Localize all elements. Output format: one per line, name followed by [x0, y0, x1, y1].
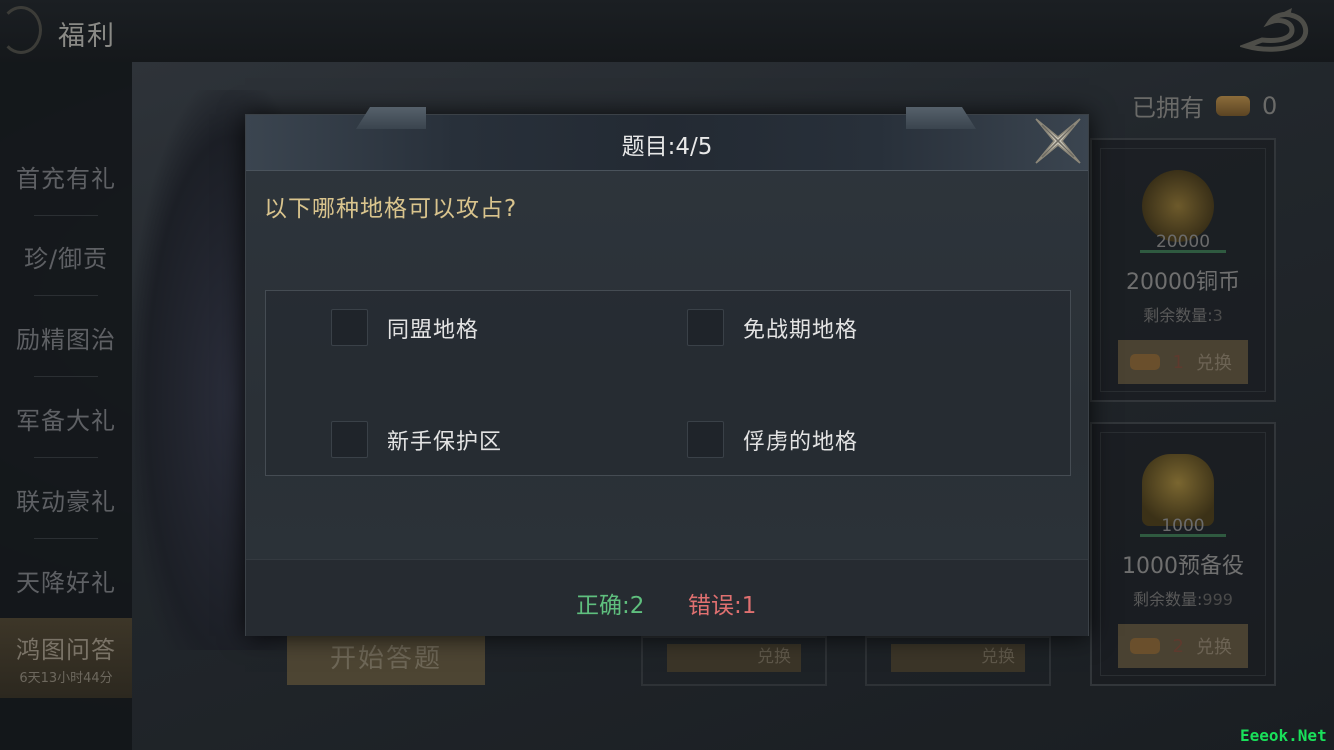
token-icon	[1130, 354, 1160, 370]
owned-value: 0	[1262, 91, 1278, 120]
exchange-label: 兑换	[981, 647, 1015, 667]
option-4[interactable]: 俘虏的地格	[687, 421, 858, 458]
option-label: 新手保护区	[387, 429, 503, 455]
exchange-button[interactable]: 2 兑换	[1118, 624, 1248, 668]
close-x-icon[interactable]	[1032, 115, 1084, 167]
wrong-count: 错误:1	[688, 593, 757, 619]
card-name: 1000预备役	[1122, 554, 1244, 579]
correct-count: 正确:2	[576, 593, 645, 619]
card-quantity: 20000	[1155, 232, 1211, 252]
option-checkbox[interactable]	[331, 309, 368, 346]
question-text: 以下哪种地格可以攻占?	[264, 196, 518, 222]
exchange-label: 兑换	[1196, 637, 1232, 658]
shop-card-copper: 20000 20000铜币 剩余数量:3 1 兑换	[1090, 138, 1276, 402]
exchange-cost: 1	[1172, 351, 1184, 373]
exchange-label: 兑换	[1196, 353, 1232, 374]
remain-label: 剩余数量:	[1143, 306, 1213, 325]
top-bar: 福利	[0, 0, 1334, 62]
card-remaining: 剩余数量:3	[1092, 302, 1274, 326]
back-icon[interactable]	[0, 6, 42, 54]
sidebar-item-collab[interactable]: 联动豪礼	[0, 459, 132, 539]
option-label: 俘虏的地格	[743, 429, 859, 455]
dialog-title: 题目:4/5	[621, 134, 713, 160]
option-label: 同盟地格	[387, 317, 480, 343]
exchange-button[interactable]: 兑换	[667, 644, 801, 672]
remain-value: 999	[1202, 590, 1233, 609]
dragon-logo-icon[interactable]	[1240, 6, 1312, 54]
sidebar-item-label: 天降好礼	[16, 568, 116, 597]
sidebar-item-label: 首充有礼	[16, 164, 116, 193]
page-title: 福利	[58, 21, 116, 52]
sidebar-item-label: 军备大礼	[16, 406, 116, 435]
sidebar-item-governance[interactable]: 励精图治	[0, 297, 132, 377]
option-1[interactable]: 同盟地格	[331, 309, 479, 346]
quiz-countdown: 6天13小时44分	[19, 671, 113, 686]
option-3[interactable]: 新手保护区	[331, 421, 502, 458]
options-box: 同盟地格 免战期地格 新手保护区 俘虏的地格	[265, 290, 1071, 476]
sidebar: 首充有礼 珍/御贡 励精图治 军备大礼 联动豪礼 天降好礼 鸿图问答 6天13小…	[0, 62, 132, 750]
quiz-dialog: 题目:4/5 以下哪种地格可以攻占? 同盟地格 免战期地格 新手保护区 俘虏的地…	[245, 107, 1089, 636]
option-label: 免战期地格	[743, 317, 859, 343]
sidebar-item-label: 珍/御贡	[23, 244, 109, 273]
owned-label: 已拥有	[1132, 94, 1204, 122]
dialog-header: 题目:4/5	[246, 107, 1088, 171]
card-divider	[1140, 534, 1226, 537]
sidebar-item-label: 鸿图问答	[16, 636, 116, 664]
card-quantity: 1000	[1161, 516, 1205, 536]
sidebar-item-first-recharge[interactable]: 首充有礼	[0, 136, 132, 216]
sidebar-item-quiz[interactable]: 鸿图问答 6天13小时44分	[0, 618, 132, 698]
token-icon	[1216, 95, 1250, 116]
card-divider	[1140, 250, 1226, 253]
token-icon	[1130, 638, 1160, 654]
watermark: Eeeok.Net	[1240, 726, 1327, 745]
option-checkbox[interactable]	[687, 309, 724, 346]
sidebar-item-armament[interactable]: 军备大礼	[0, 378, 132, 458]
shop-card-bottom-right: 兑换	[865, 636, 1051, 686]
sidebar-item-sky-gift[interactable]: 天降好礼	[0, 540, 132, 620]
exchange-cost: 2	[1172, 635, 1184, 657]
exchange-button[interactable]: 1 兑换	[1118, 340, 1248, 384]
remain-label: 剩余数量:	[1133, 590, 1203, 609]
option-checkbox[interactable]	[687, 421, 724, 458]
sidebar-item-tribute[interactable]: 珍/御贡	[0, 216, 132, 296]
exchange-button[interactable]: 兑换	[891, 644, 1025, 672]
owned-currency: 已拥有 0	[1132, 88, 1277, 123]
sidebar-item-label: 联动豪礼	[16, 487, 116, 516]
sidebar-item-label: 励精图治	[16, 325, 116, 354]
card-name: 20000铜币	[1126, 270, 1240, 295]
option-2[interactable]: 免战期地格	[687, 309, 858, 346]
shop-card-reserve: 1000 1000预备役 剩余数量:999 2 兑换	[1090, 422, 1276, 686]
card-remaining: 剩余数量:999	[1092, 586, 1274, 610]
exchange-label: 兑换	[757, 647, 791, 667]
remain-value: 3	[1212, 306, 1223, 325]
shop-card-bottom-left: 兑换	[641, 636, 827, 686]
dialog-footer: 正确:2 错误:1	[246, 559, 1088, 636]
option-checkbox[interactable]	[331, 421, 368, 458]
